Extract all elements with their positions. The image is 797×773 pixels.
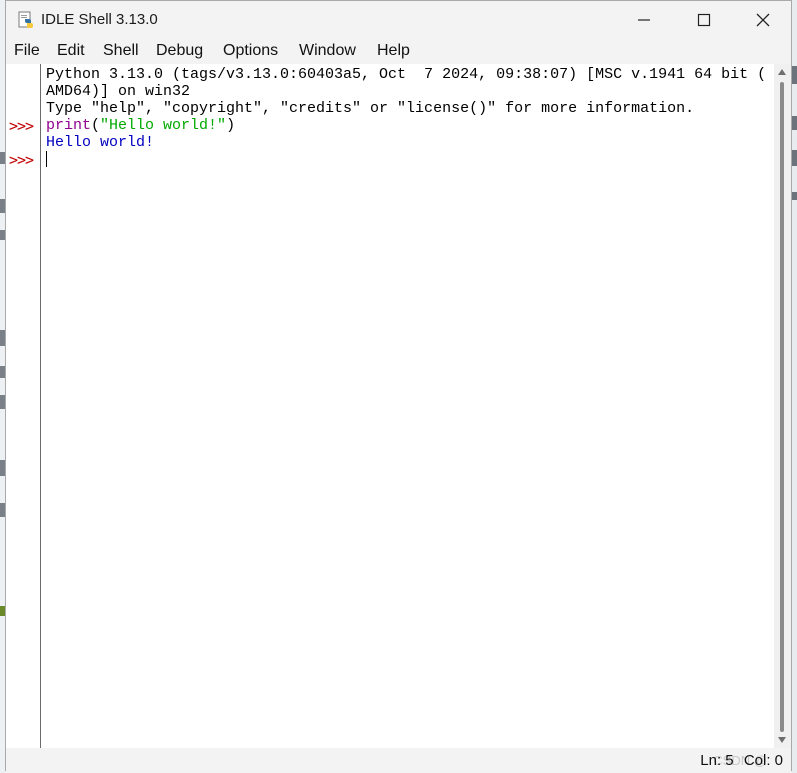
menu-file[interactable]: File	[14, 42, 40, 60]
shell-prompt: >>>	[9, 117, 34, 135]
status-line: Ln: 5	[700, 752, 734, 769]
shell-prompt: >>>	[9, 151, 34, 169]
menu-help[interactable]: Help	[377, 42, 410, 60]
window-title: IDLE Shell 3.13.0	[41, 11, 158, 28]
banner-line-1: Python 3.13.0 (tags/v3.13.0:60403a5, Oct…	[46, 66, 767, 83]
title-bar[interactable]: IDLE Shell 3.13.0	[6, 1, 791, 39]
output-line: Hello world!	[46, 134, 155, 151]
scroll-down-arrow-icon[interactable]	[778, 737, 786, 743]
status-bar: CSDN @ Ln: 5 Col: 0	[6, 748, 791, 772]
menu-bar: File Edit Shell Debug Options Window Hel…	[6, 39, 791, 64]
idle-shell-window: IDLE Shell 3.13.0 File Edit Shell Debug …	[5, 0, 792, 772]
close-button[interactable]	[735, 1, 791, 39]
banner-line-2: AMD64)] on win32	[46, 83, 191, 100]
maximize-icon	[697, 13, 711, 27]
banner-line-3: Type "help", "copyright", "credits" or "…	[46, 100, 695, 117]
input-paren-close: )	[226, 117, 236, 134]
shell-text-area[interactable]: Python 3.13.0 (tags/v3.13.0:60403a5, Oct…	[41, 64, 774, 748]
status-col: Col: 0	[743, 752, 783, 769]
menu-options[interactable]: Options	[223, 42, 278, 60]
close-icon	[756, 13, 770, 27]
menu-window[interactable]: Window	[299, 42, 356, 60]
python-idle-icon	[18, 11, 33, 28]
menu-debug[interactable]: Debug	[156, 42, 203, 60]
minimize-button[interactable]	[616, 1, 672, 39]
menu-edit[interactable]: Edit	[57, 42, 85, 60]
input-paren-open: (	[91, 117, 101, 134]
input-line: print("Hello world!")	[46, 117, 235, 134]
menu-shell[interactable]: Shell	[103, 42, 139, 60]
minimize-icon	[638, 19, 650, 21]
maximize-button[interactable]	[676, 1, 732, 39]
scrollbar-thumb[interactable]	[780, 82, 784, 732]
text-cursor	[46, 151, 47, 167]
input-string: "Hello world!"	[100, 117, 227, 134]
prompt-gutter: >>> >>>	[6, 64, 40, 748]
vertical-scrollbar[interactable]	[774, 64, 791, 748]
scroll-up-arrow-icon[interactable]	[778, 69, 786, 75]
input-keyword: print	[46, 117, 92, 134]
cursor-position: Ln: 5 Col: 0	[694, 752, 783, 769]
